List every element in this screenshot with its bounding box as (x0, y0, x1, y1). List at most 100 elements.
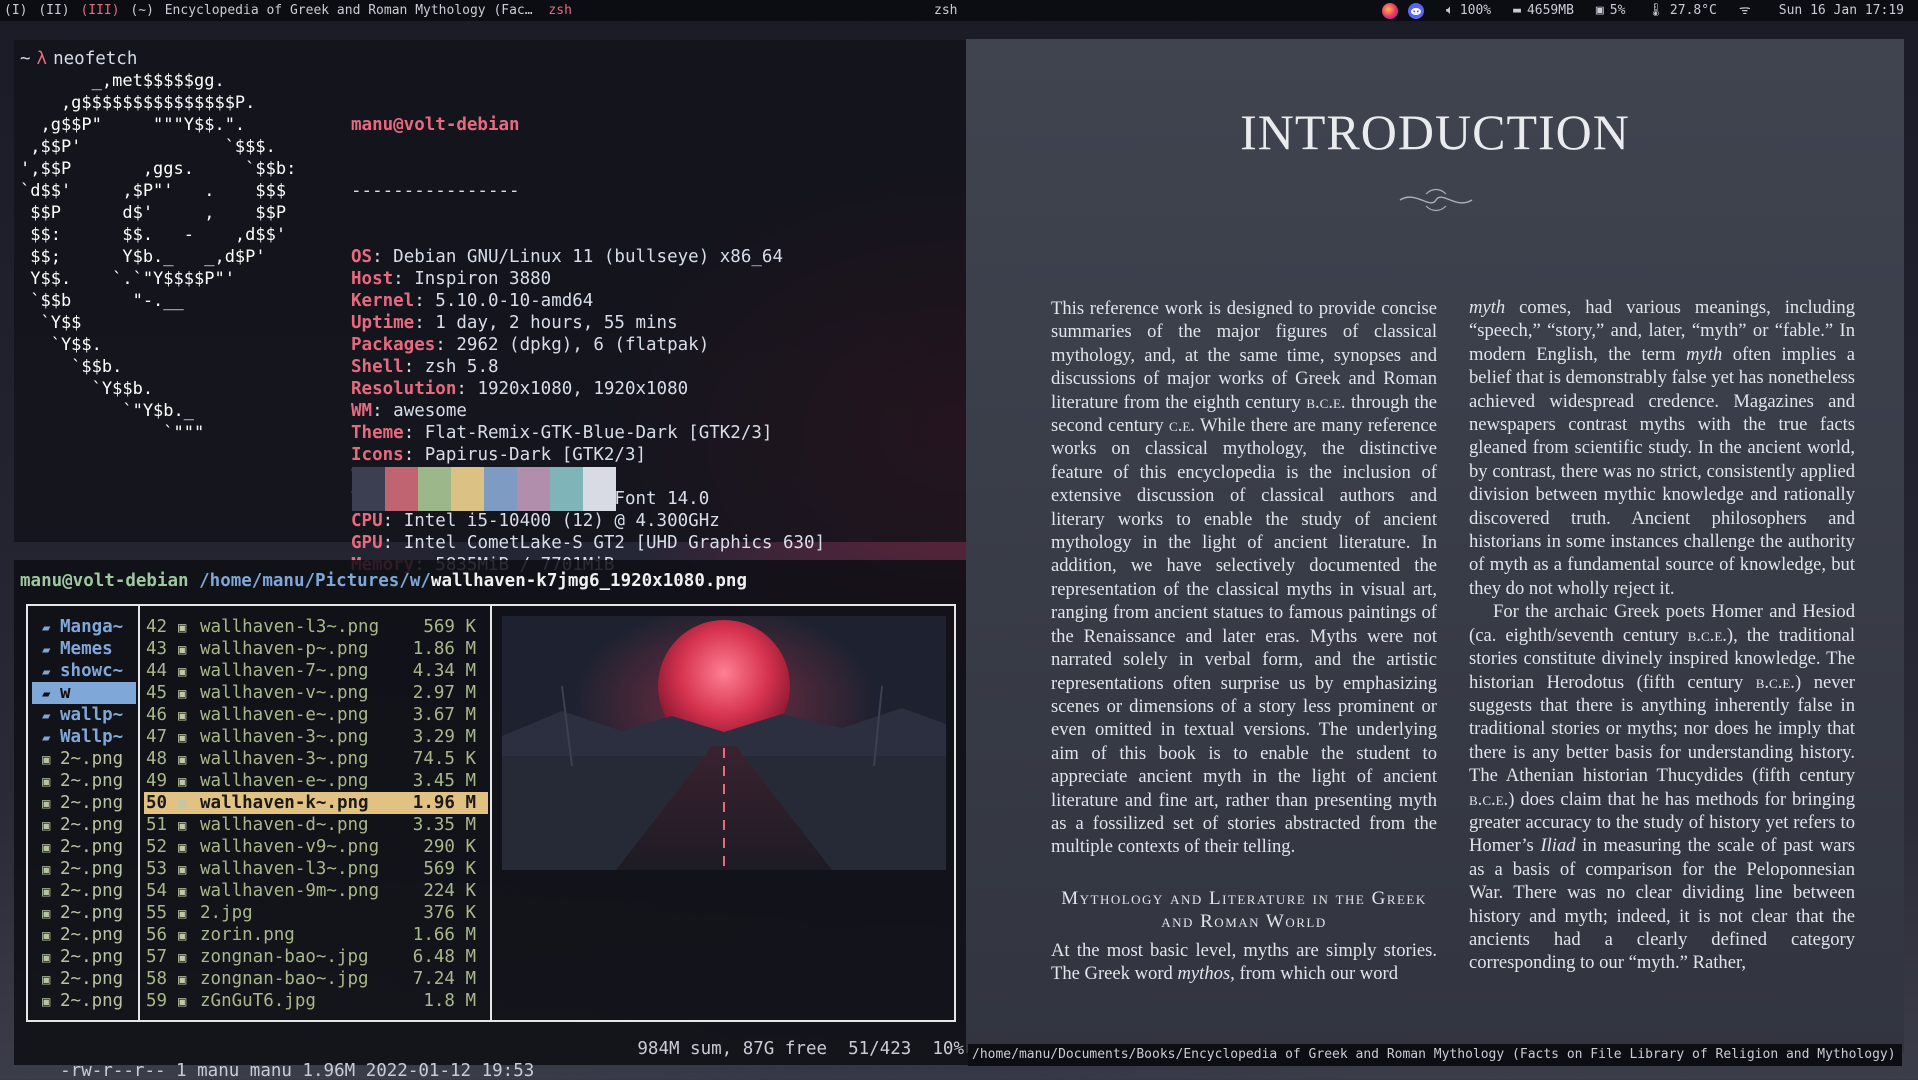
entry-name: w (60, 683, 71, 703)
file-entry[interactable]: ▣ 2~.png (32, 814, 136, 836)
file-row[interactable]: 45 ▣ wallhaven-v~.png 2.97 M (144, 682, 488, 704)
tag-1[interactable]: (I) (4, 3, 27, 18)
user-host: manu@volt-debian (351, 115, 520, 135)
file-row[interactable]: 55 ▣ 2.jpg 376 K (144, 902, 488, 924)
line-number: 54 (146, 881, 168, 901)
file-row[interactable]: 48 ▣ wallhaven-3~.png 74.5 K (144, 748, 488, 770)
file-row[interactable]: 44 ▣ wallhaven-7~.png 4.34 M (144, 660, 488, 682)
image-file-icon: ▣ (42, 906, 51, 922)
entry-name: Manga~ (60, 617, 124, 637)
file-row[interactable]: 50 ▣ wallhaven-k~.png 1.96 M (144, 792, 488, 814)
file-entry[interactable]: ▣ 2~.png (32, 902, 136, 924)
image-file-icon: ▣ (178, 928, 187, 944)
file-row[interactable]: 53 ▣ wallhaven-l3~.png 569 K (144, 858, 488, 880)
entry-name: 2~.png (60, 815, 124, 835)
entry-name: 2~.png (60, 947, 124, 967)
image-file-icon: ▣ (178, 774, 187, 790)
image-file-icon: ▣ (178, 708, 187, 724)
memory-widget: ▬ 4659MB (1513, 0, 1574, 21)
file-row[interactable]: 46 ▣ wallhaven-e~.png 3.67 M (144, 704, 488, 726)
folder-entry[interactable]: ▰ Manga~ (32, 616, 136, 638)
logo-line: $$; Y$b._ _,d$P' (20, 247, 266, 267)
image-preview (502, 616, 946, 870)
info-value: Inspiron 3880 (414, 269, 552, 289)
ranger-dir-path: /home/manu/Pictures/w/ (199, 571, 431, 591)
image-file-icon: ▣ (178, 620, 187, 636)
logo-line: `$$b "-.__ (20, 291, 184, 311)
line-number: 53 (146, 859, 168, 879)
file-row[interactable]: 54 ▣ wallhaven-9m~.png 224 K (144, 880, 488, 902)
file-entry[interactable]: ▣ 2~.png (32, 748, 136, 770)
file-entry[interactable]: ▣ 2~.png (32, 836, 136, 858)
file-size: 1.8 M (423, 991, 476, 1011)
firefox-icon[interactable] (1382, 2, 1399, 19)
file-list-column: 42 ▣ wallhaven-l3~.png 569 K 43 ▣ wallhaven-p~… (144, 616, 488, 1012)
palette-swatch (451, 467, 484, 511)
info-colon: : (435, 335, 457, 355)
file-name: wallhaven-e~.png (200, 705, 369, 725)
ranger-user-host: manu@volt-debian (20, 571, 189, 591)
file-entry[interactable]: ▣ 2~.png (32, 924, 136, 946)
info-colon: : (414, 313, 436, 333)
line-number: 43 (146, 639, 168, 659)
image-file-icon: ▣ (178, 994, 187, 1010)
file-row[interactable]: 47 ▣ wallhaven-3~.png 3.29 M (144, 726, 488, 748)
file-row[interactable]: 57 ▣ zongnan-bao~.jpg 6.48 M (144, 946, 488, 968)
file-row[interactable]: 58 ▣ zongnan-bao~.jpg 7.24 M (144, 968, 488, 990)
center-title: zsh (934, 3, 958, 18)
file-row[interactable]: 59 ▣ zGnGuT6.jpg 1.8 M (144, 990, 488, 1012)
line-number: 56 (146, 925, 168, 945)
line-number: 48 (146, 749, 168, 769)
ranger-status-bar: -rw-r--r-- 1 manu manu 1.96M 2022-01-12 … (18, 1038, 964, 1080)
file-entry[interactable]: ▣ 2~.png (32, 770, 136, 792)
entry-name: 2~.png (60, 969, 124, 989)
file-row[interactable]: 43 ▣ wallhaven-p~.png 1.86 M (144, 638, 488, 660)
pdf-viewer-page[interactable]: INTRODUCTION This reference work is desi… (966, 39, 1904, 1053)
file-entry[interactable]: ▣ 2~.png (32, 792, 136, 814)
clock[interactable]: Sun 16 Jan 17:19 (1779, 0, 1904, 21)
file-entry[interactable]: ▣ 2~.png (32, 946, 136, 968)
ranger-file-manager[interactable]: manu@volt-debian /home/manu/Pictures/w/w… (14, 560, 969, 1080)
file-name: wallhaven-d~.png (200, 815, 369, 835)
info-value: Intel i5-10400 (12) @ 4.300GHz (403, 511, 720, 531)
file-row[interactable]: 51 ▣ wallhaven-d~.png 3.35 M (144, 814, 488, 836)
file-entry[interactable]: ▣ 2~.png (32, 858, 136, 880)
entry-name: 2~.png (60, 881, 124, 901)
tag-4[interactable]: (~) (130, 3, 153, 18)
info-colon: : (372, 401, 394, 421)
file-row[interactable]: 52 ▣ wallhaven-v9~.png 290 K (144, 836, 488, 858)
file-name: zongnan-bao~.jpg (200, 969, 369, 989)
cpu-value: 5% (1609, 3, 1626, 18)
info-colon: : (414, 291, 436, 311)
folder-entry[interactable]: ▰ Wallp~ (32, 726, 136, 748)
entry-name: Wallp~ (60, 727, 124, 747)
folder-entry[interactable]: ▰ wallp~ (32, 704, 136, 726)
folder-entry[interactable]: ▰ Memes (32, 638, 136, 660)
file-row[interactable]: 56 ▣ zorin.png 1.66 M (144, 924, 488, 946)
file-entry[interactable]: ▣ 2~.png (32, 880, 136, 902)
info-value: 2962 (dpkg), 6 (flatpak) (456, 335, 710, 355)
file-size: 1.96 M (412, 793, 476, 813)
file-row[interactable]: 42 ▣ wallhaven-l3~.png 569 K (144, 616, 488, 638)
file-entry[interactable]: ▣ 2~.png (32, 968, 136, 990)
info-value: 1 day, 2 hours, 55 mins (435, 313, 678, 333)
file-row[interactable]: 49 ▣ wallhaven-e~.png 3.45 M (144, 770, 488, 792)
network-widget[interactable]: ᯤ (1739, 0, 1757, 21)
entry-name: 2~.png (60, 991, 124, 1011)
logo-line: `"Y$b._ (20, 401, 194, 421)
file-size: 1.66 M (412, 925, 476, 945)
neofetch-terminal[interactable]: ~ λ neofetch _,met$$$$$gg. ,g$$$$$$$$$$$$$… (14, 40, 969, 575)
tag-2[interactable]: (II) (38, 3, 69, 18)
tag-3-active[interactable]: (III) (80, 3, 119, 18)
folder-entry[interactable]: ▰ showc~ (32, 660, 136, 682)
info-separator: ---------------- (351, 181, 520, 201)
image-file-icon: ▣ (178, 642, 187, 658)
info-row: Host: Inspiron 3880 (351, 268, 825, 290)
window-app: zsh (548, 3, 572, 18)
info-key: OS (351, 247, 373, 267)
discord-icon[interactable] (1408, 2, 1424, 19)
volume-widget[interactable]: 🔈︎ 100% (1446, 0, 1491, 21)
file-entry[interactable]: ▣ 2~.png (32, 990, 136, 1012)
folder-entry[interactable]: ▰ w (32, 682, 136, 704)
info-colon: : (403, 357, 425, 377)
